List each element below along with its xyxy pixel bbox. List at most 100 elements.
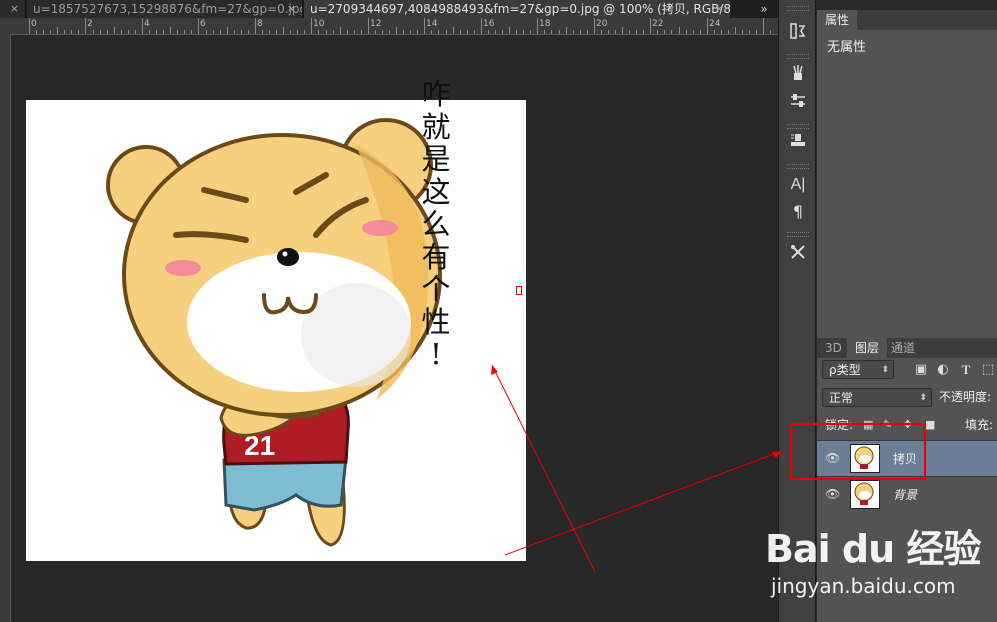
ruler-tick (551, 30, 553, 34)
layer-row-background[interactable]: 👁 背景 (817, 476, 997, 512)
ruler-tick (396, 27, 398, 34)
tab-overflow-icon[interactable]: » (752, 0, 776, 18)
ruler-tick (269, 30, 271, 34)
ruler-tick (78, 30, 80, 34)
ruler-tick (346, 30, 348, 34)
ruler-tick (600, 30, 602, 34)
layers-panel-header: 3D 图层 通道 (817, 338, 997, 358)
ruler-tick (283, 27, 285, 34)
ruler-tick (219, 30, 221, 34)
eye-icon[interactable]: 👁 (825, 487, 840, 501)
ruler-tick (106, 30, 108, 34)
ruler-tick (290, 30, 292, 34)
lock-all-icon[interactable]: ■ (925, 416, 935, 434)
ruler-tick (473, 30, 475, 34)
ruler-tick (502, 30, 504, 34)
ruler-tick (678, 27, 680, 34)
document-tab-active[interactable]: u=2709344697,4084988493&fm=27&gp=0.jpg @… (304, 0, 730, 18)
ruler-tick (57, 27, 59, 34)
caption-char: 是 (421, 142, 451, 176)
layer-filter-value: ρ类型 (829, 363, 861, 377)
ruler-tick (276, 30, 278, 34)
type-filter-icon[interactable]: T (956, 360, 976, 379)
ruler-tick (685, 30, 687, 34)
document-tab-1[interactable]: × (0, 0, 26, 18)
ruler-tick (149, 30, 151, 34)
caption-char: 么 (421, 207, 451, 241)
watermark-url: jingyan.baidu.com (771, 574, 956, 598)
caption-char: 咋 (421, 77, 451, 111)
ruler-tick (629, 30, 631, 34)
document-tab-2[interactable]: u=1857527673,15298876&fm=27&gp=0.jpg × (27, 0, 303, 18)
shape-filter-icon[interactable]: ⬚ (978, 360, 997, 379)
close-icon[interactable]: × (10, 0, 19, 18)
ruler-label: 10 (313, 19, 325, 29)
tab-label: u=1857527673,15298876&fm=27&gp=0.jpg (33, 2, 303, 16)
strip-grip[interactable] (787, 124, 809, 129)
ruler-label: 2 (87, 19, 93, 29)
opacity-label: 不透明度: (939, 390, 992, 404)
ruler-tick (742, 30, 744, 34)
ruler-tick (593, 18, 595, 34)
close-icon[interactable]: × (287, 0, 296, 18)
chevron-updown-icon: ⬍ (919, 393, 927, 403)
ruler-tick (304, 30, 306, 34)
ruler-tick (706, 18, 708, 34)
brush-icon[interactable] (786, 64, 810, 86)
ruler-tick (113, 27, 115, 34)
tab-layers[interactable]: 图层 (847, 338, 888, 358)
strip-grip[interactable] (787, 54, 809, 59)
tab-properties[interactable]: 属性 (817, 10, 858, 30)
text-cursor-marker (516, 286, 522, 295)
caption-char: 个 (421, 272, 451, 306)
ruler-tick (374, 30, 376, 34)
caption-char: 就 (421, 109, 451, 144)
ruler-tick (671, 30, 673, 34)
ruler-tick (205, 30, 207, 34)
annotation-highlight-box (790, 423, 926, 480)
panel-dock-header (817, 0, 997, 10)
caption-char: 有 (421, 239, 451, 274)
brush-settings-icon[interactable] (786, 92, 810, 114)
ruler-tick (509, 27, 511, 34)
fill-label: 填充: (965, 418, 994, 432)
layer-name: 背景 (893, 488, 918, 502)
ruler-tick (127, 30, 129, 34)
ruler-tick (565, 27, 567, 34)
history-icon[interactable] (786, 22, 810, 44)
ruler-tick (297, 30, 299, 34)
strip-grip[interactable] (787, 6, 809, 11)
ruler-tick (622, 27, 624, 34)
properties-panel: 无属性 (817, 30, 997, 330)
adjustment-filter-icon[interactable]: ◐ (933, 360, 953, 379)
close-icon[interactable]: × (715, 0, 724, 18)
ruler-tick (85, 18, 87, 34)
ruler-tick (650, 18, 652, 34)
ruler-label: 8 (257, 19, 263, 29)
ruler-tick (607, 30, 609, 34)
clone-source-icon[interactable] (786, 132, 810, 154)
ruler-tick (36, 30, 38, 34)
blend-mode-select[interactable]: 正常 ⬍ (822, 388, 932, 407)
strip-grip[interactable] (787, 164, 809, 169)
ruler-label: 16 (483, 19, 495, 29)
strip-grip[interactable] (787, 232, 809, 237)
ruler-label: 0 (31, 19, 37, 29)
ruler-tick (494, 30, 496, 34)
tab-3d[interactable]: 3D (817, 338, 850, 358)
watermark-logo: Bai du 经验 (765, 527, 981, 571)
vertical-ruler (0, 34, 11, 622)
layer-filter-select[interactable]: ρ类型 ⬍ (822, 360, 894, 379)
ruler-tick (614, 30, 616, 34)
ruler-tick (198, 18, 200, 34)
image-filter-icon[interactable]: ▣ (911, 360, 931, 379)
ruler-tick (417, 30, 419, 34)
tab-channels[interactable]: 通道 (883, 338, 923, 358)
horizontal-ruler: 0 2 4 6 8 10 12 14 16 18 20 22 24 (0, 18, 778, 35)
paragraph-icon[interactable]: ¶ (786, 201, 810, 223)
tools-icon[interactable] (786, 243, 810, 265)
character-icon[interactable]: A| (786, 174, 810, 196)
caption-char: ! (430, 337, 442, 371)
ruler-tick (163, 30, 165, 34)
baidu-watermark: Bai du 经验 jingyan.baidu.com (765, 518, 997, 622)
